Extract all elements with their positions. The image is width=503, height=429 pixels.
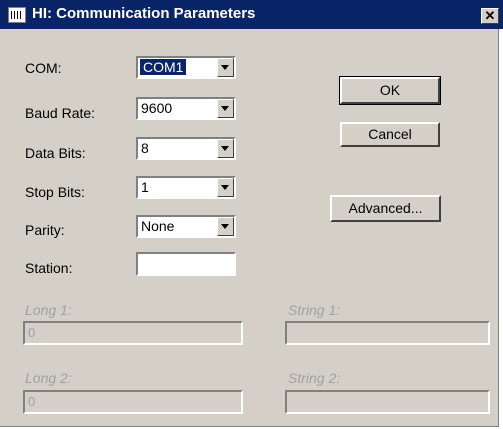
string1-field bbox=[285, 321, 490, 345]
station-input[interactable] bbox=[136, 252, 236, 276]
chevron-down-icon[interactable] bbox=[217, 139, 234, 158]
string2-field bbox=[285, 390, 490, 414]
long2-label: Long 2: bbox=[25, 370, 72, 386]
baud-rate-select[interactable]: 9600 bbox=[136, 97, 236, 120]
string2-label: String 2: bbox=[288, 370, 341, 386]
long2-value: 0 bbox=[28, 394, 36, 409]
parity-label: Parity: bbox=[25, 222, 65, 238]
com-select[interactable]: COM1 bbox=[136, 56, 236, 79]
chevron-down-icon[interactable] bbox=[217, 178, 234, 197]
stop-bits-label: Stop Bits: bbox=[25, 184, 85, 200]
parity-select[interactable]: None bbox=[136, 215, 236, 238]
data-bits-value: 8 bbox=[141, 140, 149, 156]
long1-label: Long 1: bbox=[25, 302, 72, 318]
data-bits-label: Data Bits: bbox=[25, 145, 86, 161]
stop-bits-value: 1 bbox=[141, 179, 149, 195]
app-icon bbox=[8, 7, 26, 23]
long2-field: 0 bbox=[23, 390, 243, 414]
chevron-down-icon[interactable] bbox=[217, 58, 234, 77]
cancel-button[interactable]: Cancel bbox=[340, 122, 440, 147]
baud-rate-label: Baud Rate: bbox=[25, 105, 96, 121]
station-label: Station: bbox=[25, 260, 73, 276]
stop-bits-select[interactable]: 1 bbox=[136, 176, 236, 199]
data-bits-select[interactable]: 8 bbox=[136, 137, 236, 160]
baud-rate-value: 9600 bbox=[141, 100, 173, 116]
advanced-button[interactable]: Advanced... bbox=[330, 195, 441, 222]
window-title: HI: Communication Parameters bbox=[32, 5, 256, 22]
parity-value: None bbox=[141, 218, 175, 234]
long1-value: 0 bbox=[28, 325, 36, 340]
communication-parameters-dialog: HI: Communication Parameters ✕ COM: COM1… bbox=[0, 0, 503, 427]
com-value: COM1 bbox=[140, 59, 187, 75]
chevron-down-icon[interactable] bbox=[217, 217, 234, 236]
com-label: COM: bbox=[25, 60, 62, 76]
long1-field: 0 bbox=[23, 321, 243, 345]
string1-label: String 1: bbox=[288, 302, 341, 318]
title-bar[interactable]: HI: Communication Parameters ✕ bbox=[0, 0, 503, 29]
ok-button[interactable]: OK bbox=[339, 76, 441, 105]
close-icon[interactable]: ✕ bbox=[481, 8, 499, 24]
chevron-down-icon[interactable] bbox=[217, 99, 234, 118]
